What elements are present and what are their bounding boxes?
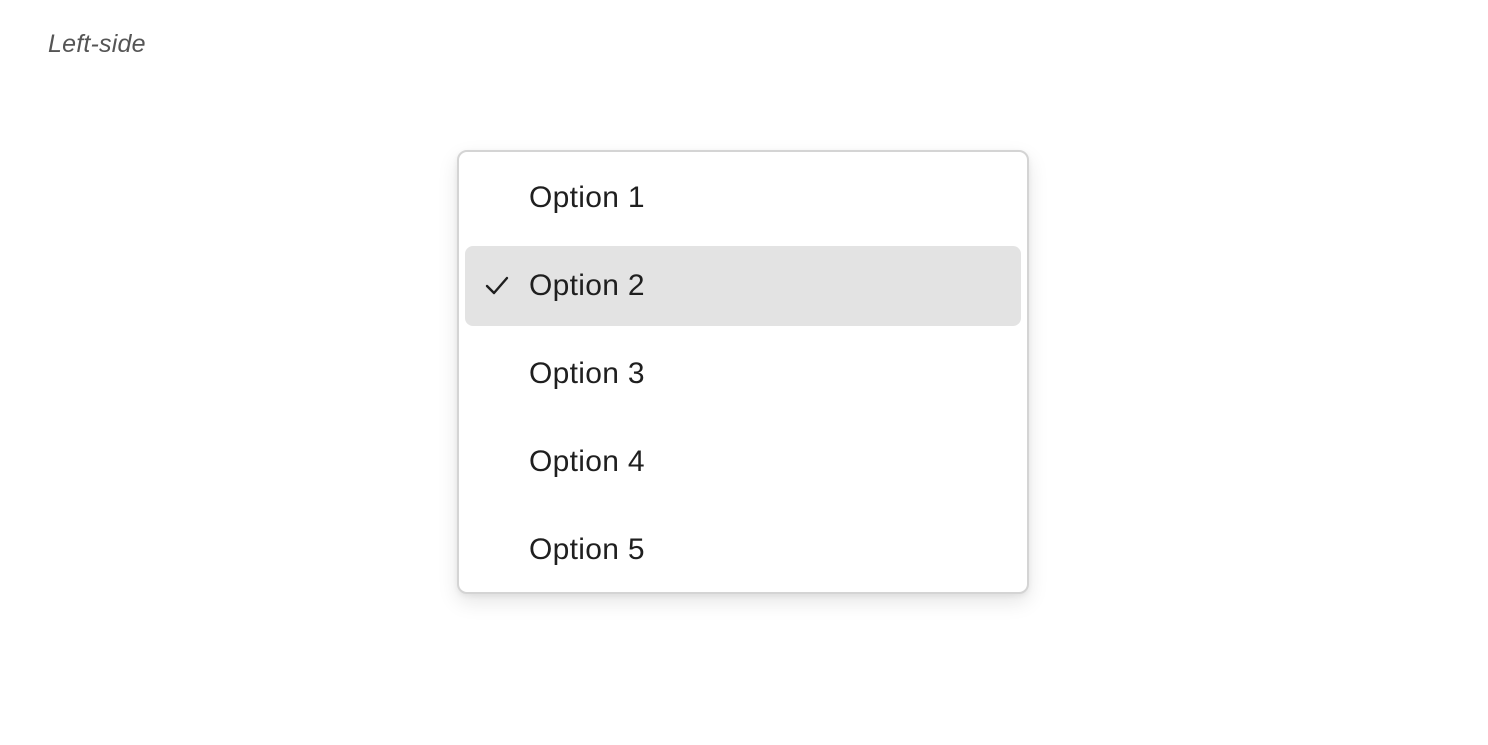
checkmark-icon <box>485 276 509 295</box>
option-label: Option 3 <box>529 357 645 390</box>
option-item-4[interactable]: Option 4 <box>465 422 1021 502</box>
option-item-3[interactable]: Option 3 <box>465 334 1021 414</box>
page: Left-side Option 1 Option 2 Option 3 Opt… <box>0 0 1488 745</box>
option-item-2[interactable]: Option 2 <box>465 246 1021 326</box>
option-label: Option 4 <box>529 445 645 478</box>
option-item-5[interactable]: Option 5 <box>465 510 1021 590</box>
option-label: Option 2 <box>529 269 645 302</box>
check-slot <box>465 422 529 502</box>
check-slot <box>465 246 529 326</box>
check-slot <box>465 510 529 590</box>
check-slot <box>465 334 529 414</box>
option-label: Option 1 <box>529 181 645 214</box>
check-slot <box>465 158 529 238</box>
options-listbox: Option 1 Option 2 Option 3 Option 4 Opti… <box>457 150 1029 594</box>
placement-label: Left-side <box>48 30 146 58</box>
option-item-1[interactable]: Option 1 <box>465 158 1021 238</box>
option-label: Option 5 <box>529 533 645 566</box>
